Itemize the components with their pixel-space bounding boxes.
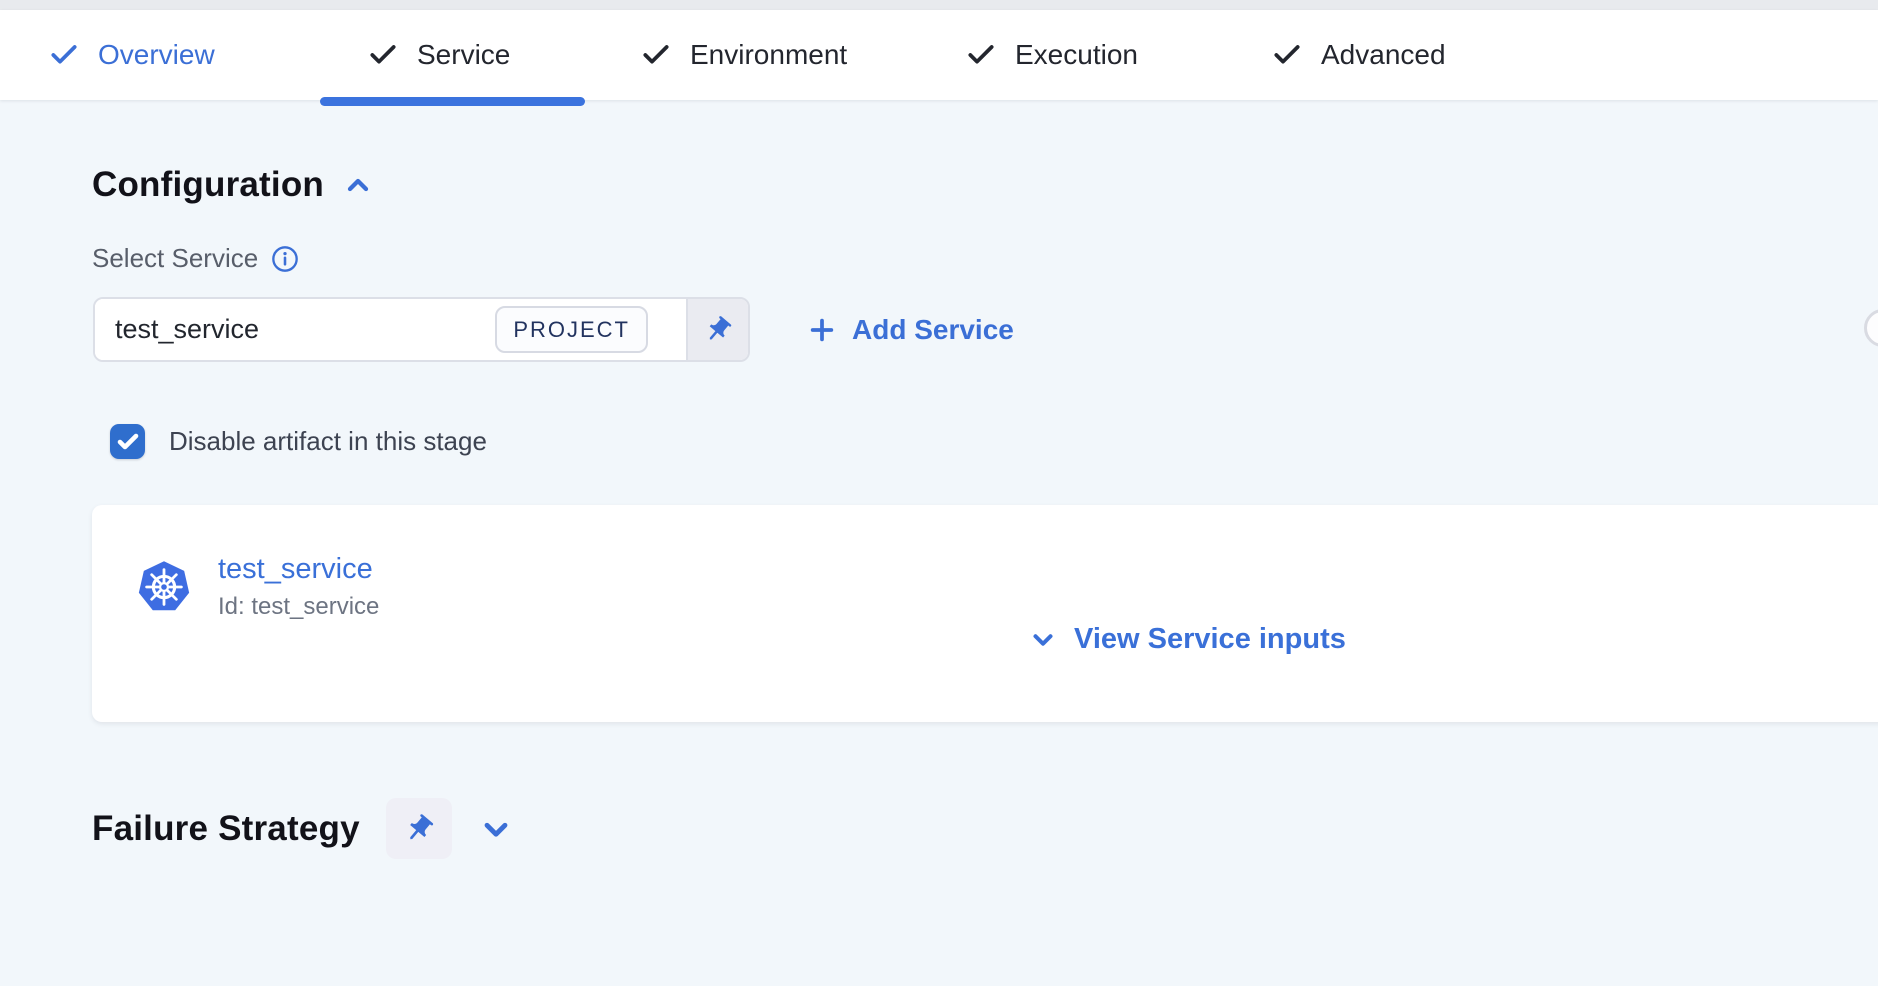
stage-configuration-screen: Overview Service Environment Execution A…: [0, 0, 1878, 986]
service-select[interactable]: PROJECT: [93, 297, 750, 362]
tab-environment[interactable]: Environment: [640, 10, 847, 100]
tab-overview[interactable]: Overview: [48, 10, 215, 100]
chevron-down-icon: [1028, 625, 1058, 655]
check-icon: [965, 39, 997, 71]
check-icon: [48, 39, 80, 71]
configuration-heading-row: Configuration: [92, 165, 374, 205]
edge-floating-button-partial[interactable]: [1864, 309, 1878, 347]
service-name-link[interactable]: test_service: [218, 553, 373, 586]
check-icon: [640, 39, 672, 71]
runtime-input-pin-button[interactable]: [686, 299, 748, 360]
select-service-label: Select Service: [92, 243, 258, 274]
failure-strategy-heading: Failure Strategy: [92, 809, 360, 849]
tab-service[interactable]: Service: [367, 10, 510, 100]
add-service-button[interactable]: Add Service: [806, 303, 1014, 357]
check-icon: [116, 430, 140, 454]
check-icon: [367, 39, 399, 71]
failure-strategy-pin-button[interactable]: [386, 798, 452, 859]
active-tab-indicator: [320, 97, 585, 106]
failure-strategy-row: Failure Strategy: [92, 798, 514, 859]
stage-tabs-bar: Overview Service Environment Execution A…: [0, 10, 1878, 100]
view-service-inputs-label: View Service inputs: [1074, 623, 1346, 656]
tab-label: Advanced: [1321, 39, 1446, 71]
tab-label: Execution: [1015, 39, 1138, 71]
failure-strategy-expand-button[interactable]: [478, 811, 514, 847]
chevron-down-icon: [478, 811, 514, 847]
scope-badge: PROJECT: [495, 306, 648, 353]
check-icon: [1271, 39, 1303, 71]
kubernetes-icon: [136, 558, 192, 616]
top-divider-strip: [0, 0, 1878, 10]
tab-advanced[interactable]: Advanced: [1271, 10, 1446, 100]
disable-artifact-label: Disable artifact in this stage: [169, 426, 487, 457]
tab-label: Environment: [690, 39, 847, 71]
info-icon[interactable]: [271, 245, 299, 273]
configuration-heading: Configuration: [92, 165, 324, 205]
add-service-label: Add Service: [852, 314, 1014, 346]
pushpin-icon: [396, 806, 441, 851]
tab-label: Overview: [98, 39, 215, 71]
view-service-inputs-toggle[interactable]: View Service inputs: [1028, 623, 1346, 656]
disable-artifact-checkbox[interactable]: [110, 424, 145, 459]
tab-label: Service: [417, 39, 510, 71]
service-id-text: Id: test_service: [218, 593, 379, 621]
disable-artifact-row[interactable]: Disable artifact in this stage: [110, 424, 487, 459]
pushpin-icon: [697, 308, 739, 350]
service-card: test_service Id: test_service View Servi…: [92, 505, 1878, 722]
chevron-up-icon: [342, 169, 374, 201]
select-service-label-row: Select Service: [92, 243, 299, 274]
plus-icon: [806, 314, 838, 346]
tab-execution[interactable]: Execution: [965, 10, 1138, 100]
collapse-section-button[interactable]: [342, 169, 374, 201]
